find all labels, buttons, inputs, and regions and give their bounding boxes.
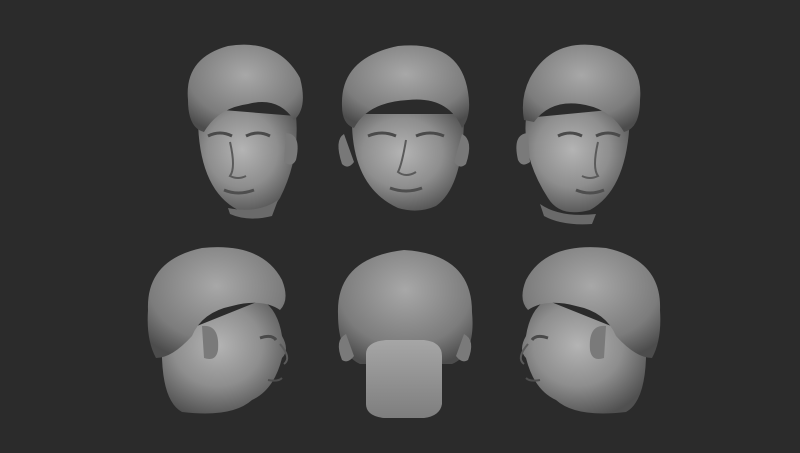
head-view-back <box>326 244 486 434</box>
head-view-profile-right <box>142 240 302 430</box>
head-sculpt-image <box>337 250 473 418</box>
sculpt-turnaround-sheet <box>0 0 800 453</box>
head-sculpt-image <box>519 247 661 414</box>
head-view-three-quarter-left <box>168 38 328 228</box>
head-sculpt-image <box>338 45 470 211</box>
head-sculpt-image <box>516 44 641 225</box>
head-view-front <box>328 36 488 226</box>
head-sculpt-image <box>147 247 289 414</box>
head-view-three-quarter-right <box>500 38 660 228</box>
head-sculpt-image <box>187 44 303 219</box>
head-view-profile-left <box>506 240 666 430</box>
